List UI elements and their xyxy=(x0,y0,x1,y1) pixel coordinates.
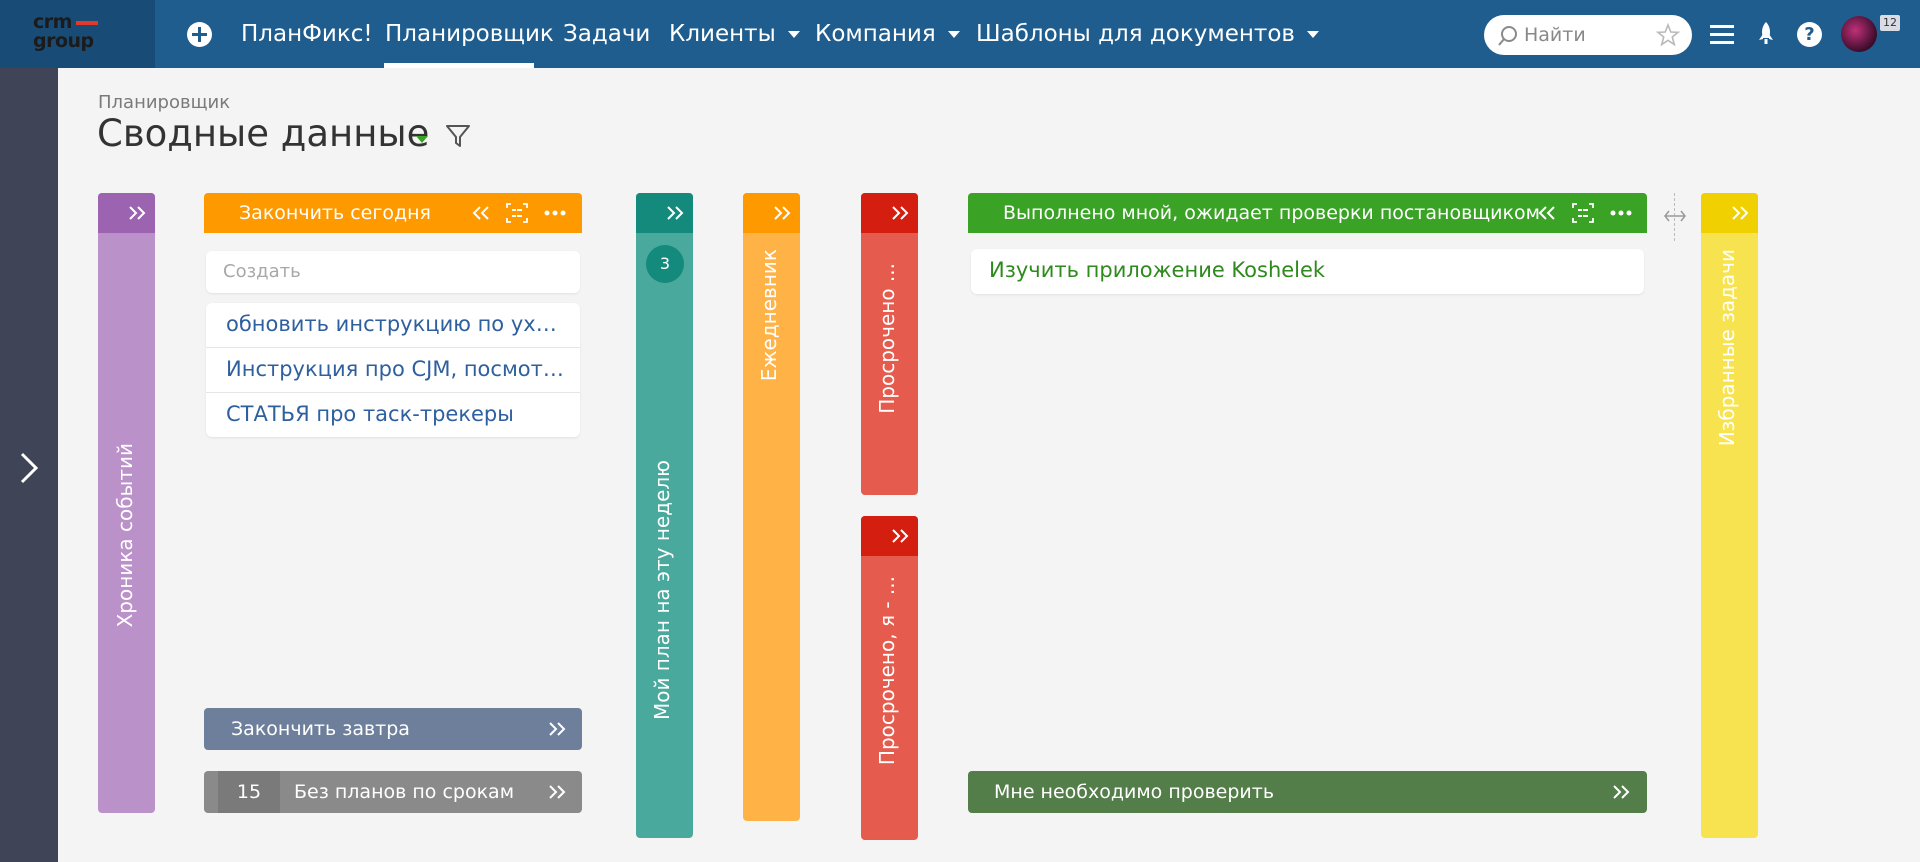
resize-arrows-icon xyxy=(1664,210,1686,222)
column-daily-label: Ежедневник xyxy=(757,249,781,382)
rocket-icon[interactable] xyxy=(1755,21,1777,47)
page-title: Сводные данные xyxy=(97,112,430,155)
no-deadline-count: 15 xyxy=(218,771,280,813)
task-item[interactable]: обновить инструкцию по уходу из... xyxy=(226,312,568,336)
no-deadline-bar[interactable]: 15 Без планов по срокам xyxy=(204,771,582,813)
column-done-awaiting-review: Выполнено мной, ожидает проверки постано… xyxy=(968,193,1647,813)
column-chronicle[interactable]: Хроника событий xyxy=(98,193,155,813)
need-to-check-bar[interactable]: Мне необходимо проверить xyxy=(968,771,1647,813)
column-favorites[interactable]: Избранные задачи xyxy=(1701,193,1758,838)
add-button[interactable] xyxy=(187,22,212,47)
nav-planner[interactable]: Планировщик xyxy=(385,0,554,68)
nav-tasks-label: Задачи xyxy=(563,21,651,47)
plus-icon xyxy=(192,27,207,42)
left-sidebar-toggle[interactable] xyxy=(0,68,58,862)
help-icon[interactable]: ? xyxy=(1797,22,1822,47)
chevrons-right-icon xyxy=(1613,785,1630,799)
task-item[interactable]: Инструкция про CJM, посмотрела ... xyxy=(226,357,568,381)
more-icon[interactable] xyxy=(1610,210,1632,216)
finish-tomorrow-bar[interactable]: Закончить завтра xyxy=(204,708,582,750)
column-favorites-label: Избранные задачи xyxy=(1715,249,1739,447)
task-item[interactable]: Изучить приложение Koshelek xyxy=(989,258,1325,282)
nav-company[interactable]: Компания xyxy=(815,0,960,68)
divider xyxy=(206,347,580,348)
chevrons-right-icon xyxy=(892,206,909,220)
need-to-check-label: Мне необходимо проверить xyxy=(994,781,1275,803)
chevron-down-icon xyxy=(787,31,800,38)
search-icon xyxy=(1498,26,1517,46)
breadcrumb[interactable]: Планировщик xyxy=(98,92,230,113)
column-overdue-me[interactable]: Просрочено, я - ... xyxy=(861,516,918,840)
task-list: обновить инструкцию по уходу из... Инстр… xyxy=(206,303,580,437)
nav-clients[interactable]: Клиенты xyxy=(669,0,800,68)
column-done-header[interactable]: Выполнено мной, ожидает проверки постано… xyxy=(968,193,1647,233)
nav-doc-templates-label: Шаблоны для документов xyxy=(976,21,1295,47)
menu-icon[interactable] xyxy=(1710,24,1736,46)
star-icon[interactable] xyxy=(1656,23,1680,47)
layout-toggle-icon[interactable] xyxy=(506,203,528,223)
title-dropdown-caret[interactable] xyxy=(416,136,428,143)
divider xyxy=(206,392,580,393)
nav-company-label: Компания xyxy=(815,21,936,47)
chevrons-left-icon[interactable] xyxy=(1538,205,1558,221)
chevron-down-icon xyxy=(947,31,960,38)
task-item[interactable]: СТАТЬЯ про таск-трекеры xyxy=(226,402,568,426)
task-list: Изучить приложение Koshelek xyxy=(971,249,1644,294)
filter-icon[interactable] xyxy=(445,123,471,149)
chevrons-right-icon xyxy=(129,206,146,220)
nav-planfix[interactable]: ПланФикс! xyxy=(241,0,373,68)
column-daily-header[interactable] xyxy=(743,193,800,233)
nav-planner-label: Планировщик xyxy=(385,21,554,47)
chevrons-right-icon xyxy=(892,529,909,543)
notification-badge: 12 xyxy=(1880,15,1900,31)
avatar[interactable] xyxy=(1841,16,1877,52)
column-chronicle-label: Хроника событий xyxy=(113,443,137,628)
search-placeholder: Найти xyxy=(1524,24,1586,46)
nav-active-indicator xyxy=(384,63,534,68)
no-deadline-label: Без планов по срокам xyxy=(294,781,515,803)
chevron-right-icon xyxy=(20,452,39,484)
column-today-header[interactable]: Закончить сегодня xyxy=(204,193,582,233)
nav-clients-label: Клиенты xyxy=(669,21,776,47)
column-overdue-label: Просрочено ... xyxy=(875,263,899,414)
create-task-input[interactable]: Создать xyxy=(206,251,580,293)
finish-tomorrow-label: Закончить завтра xyxy=(231,718,410,740)
logo[interactable]: crm group xyxy=(0,0,155,68)
column-done-title: Выполнено мной, ожидает проверки постано… xyxy=(1003,202,1540,224)
column-today-title: Закончить сегодня xyxy=(239,202,431,224)
nav-doc-templates[interactable]: Шаблоны для документов xyxy=(976,0,1319,68)
column-overdue-header[interactable] xyxy=(861,193,918,233)
column-overdue-me-label: Просрочено, я - ... xyxy=(875,576,899,766)
more-icon[interactable] xyxy=(544,210,566,216)
column-daily[interactable]: Ежедневник xyxy=(743,193,800,821)
layout-toggle-icon[interactable] xyxy=(1572,203,1594,223)
column-favorites-header[interactable] xyxy=(1701,193,1758,233)
chevrons-right-icon xyxy=(549,722,566,736)
column-finish-today: Закончить сегодня Создать обновить инстр… xyxy=(204,193,582,813)
chevrons-right-icon xyxy=(774,206,791,220)
week-plan-count-badge: 3 xyxy=(646,245,684,283)
column-week-plan[interactable]: 3 Мой план на эту неделю xyxy=(636,193,693,838)
chevrons-left-icon[interactable] xyxy=(472,205,492,221)
logo-text-group: group xyxy=(33,30,94,52)
column-resize-handle[interactable] xyxy=(1663,193,1687,243)
nav-tasks[interactable]: Задачи xyxy=(563,0,650,68)
chevrons-right-icon xyxy=(549,785,566,799)
column-week-plan-header[interactable] xyxy=(636,193,693,233)
column-chronicle-header[interactable] xyxy=(98,193,155,233)
search-input[interactable]: Найти xyxy=(1484,15,1692,55)
chevrons-right-icon xyxy=(1732,206,1749,220)
chevrons-right-icon xyxy=(667,206,684,220)
create-task-placeholder: Создать xyxy=(223,261,301,282)
chevron-down-icon xyxy=(1306,31,1319,38)
column-overdue-me-header[interactable] xyxy=(861,516,918,556)
top-navigation-bar: crm group ПланФикс! Планировщик Задачи К… xyxy=(0,0,1920,68)
column-week-plan-label: Мой план на эту неделю xyxy=(650,460,674,721)
nav-planfix-label: ПланФикс! xyxy=(241,21,373,47)
column-overdue[interactable]: Просрочено ... xyxy=(861,193,918,495)
